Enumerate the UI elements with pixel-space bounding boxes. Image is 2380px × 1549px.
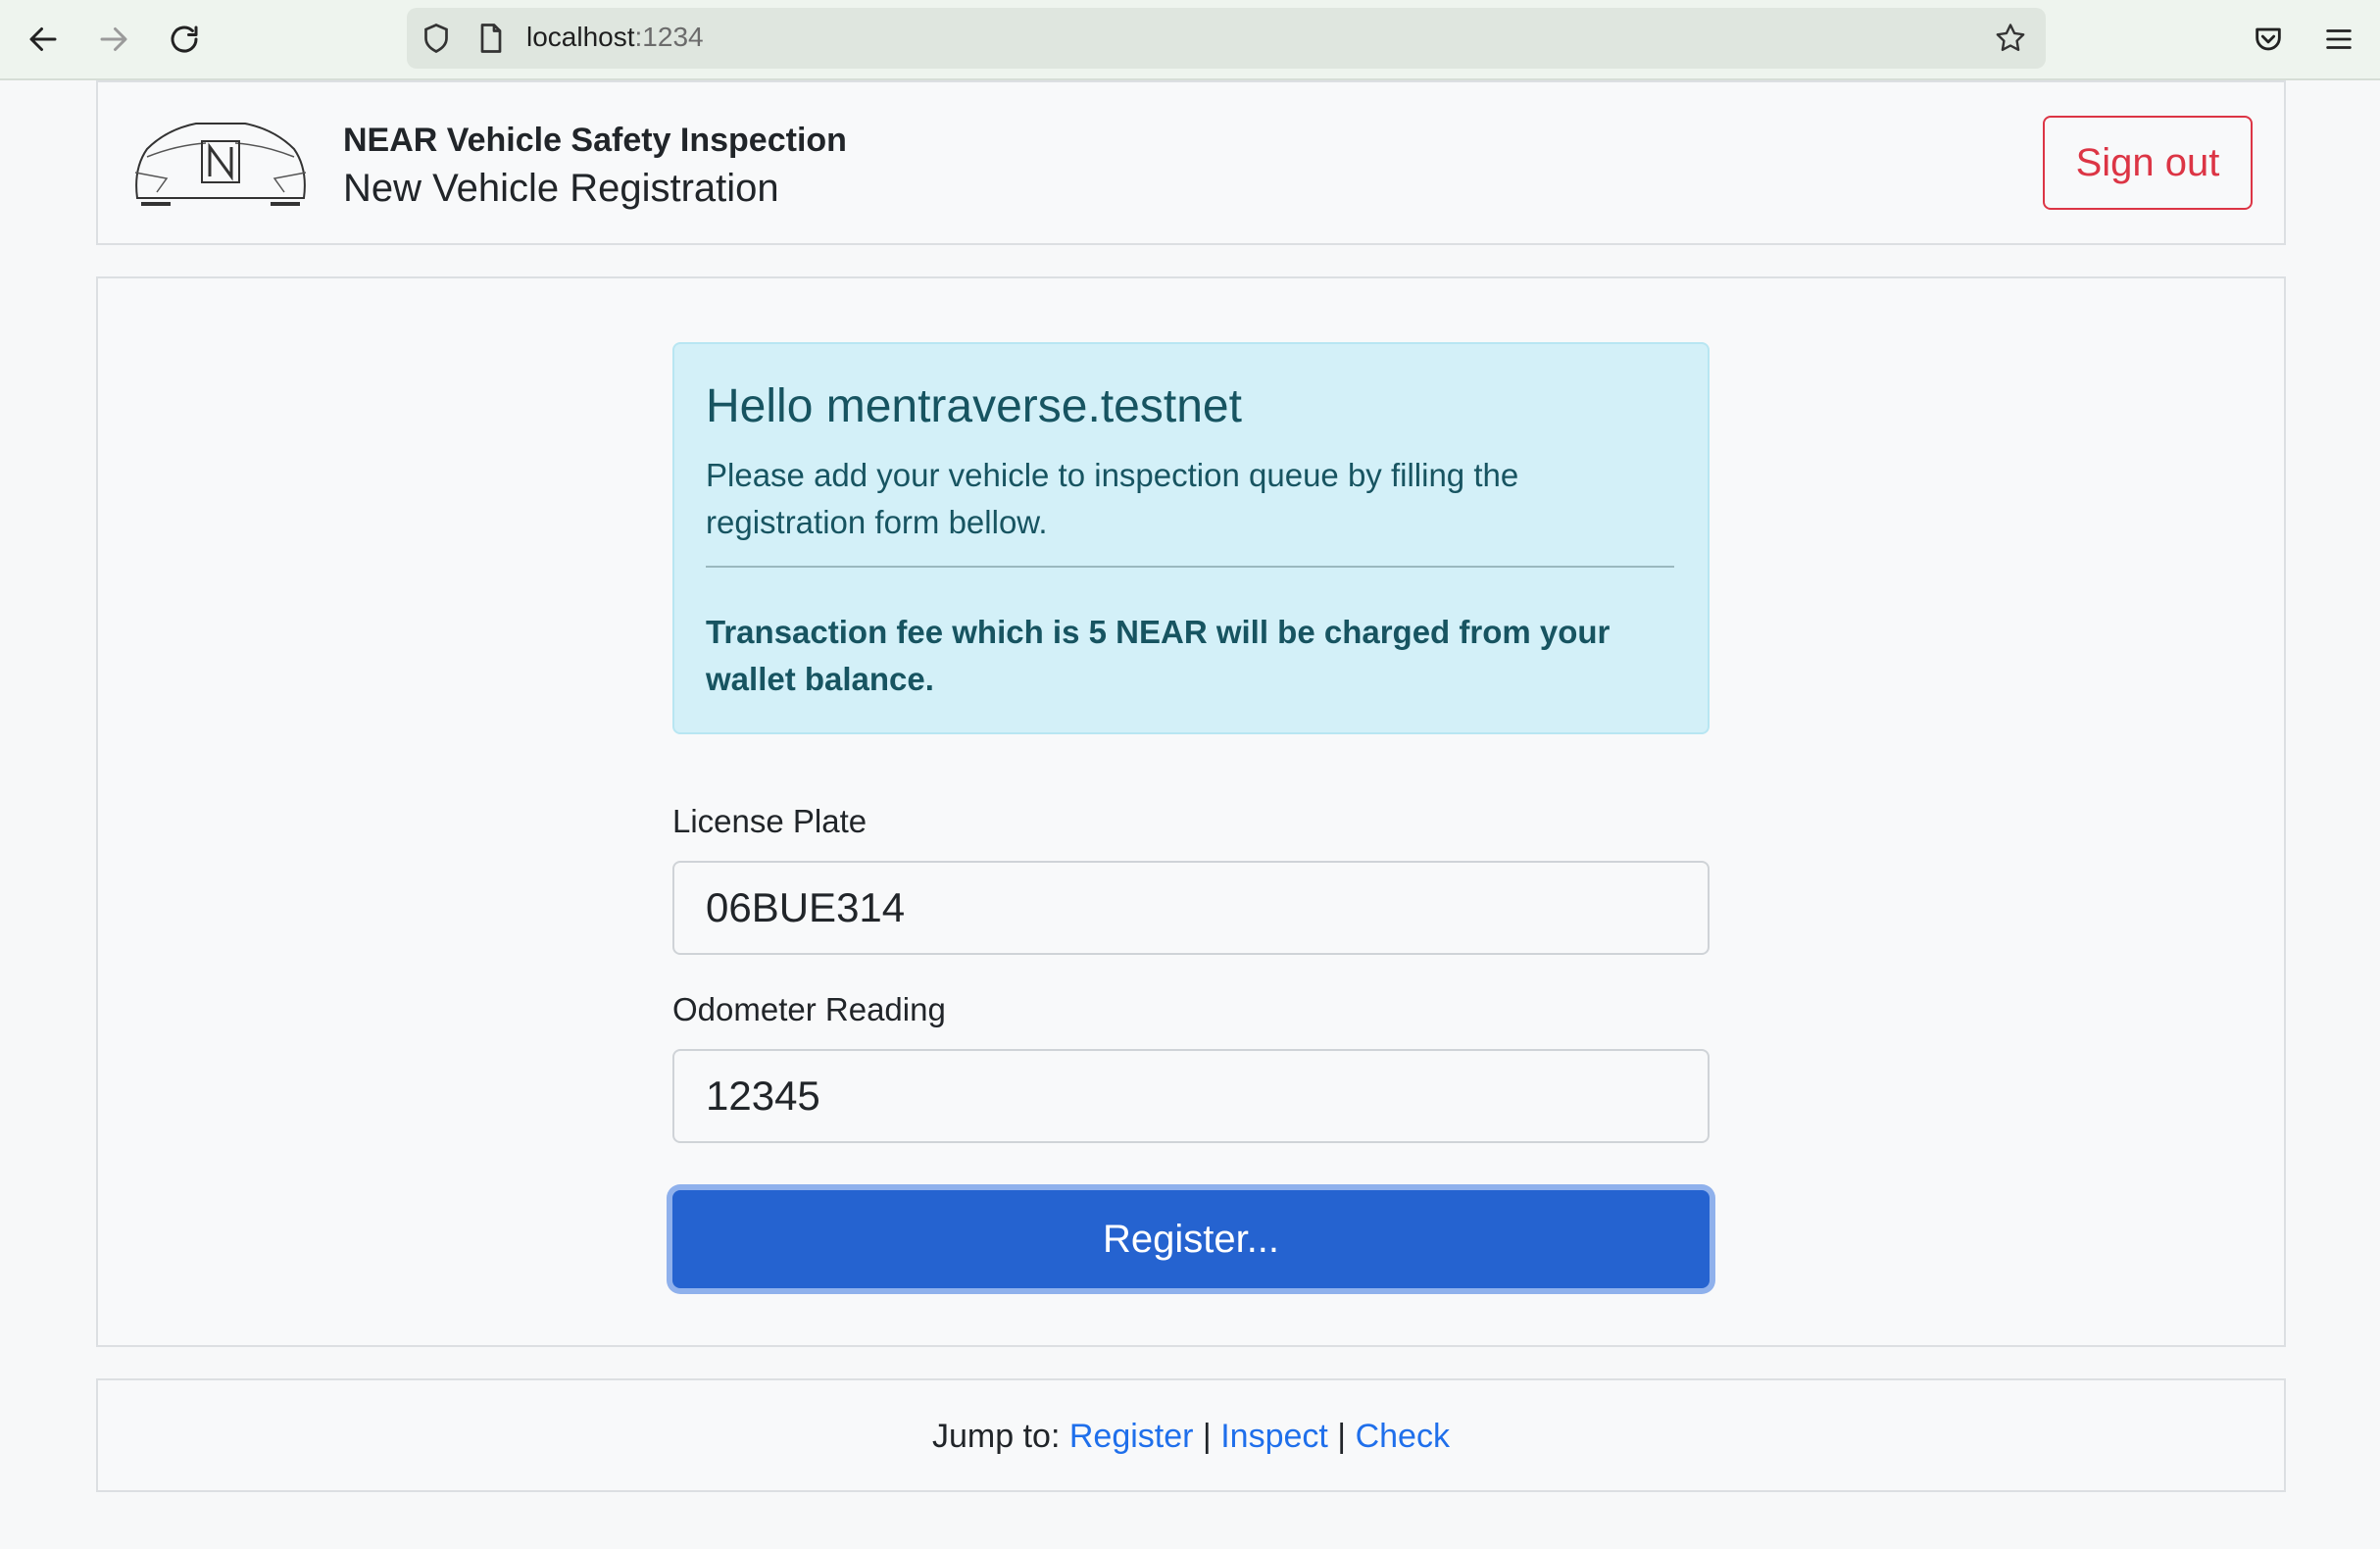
menu-button[interactable] xyxy=(2315,16,2362,63)
page-title: New Vehicle Registration xyxy=(343,167,779,210)
app-header: NEAR Vehicle Safety Inspection New Vehic… xyxy=(96,80,2286,245)
page-icon xyxy=(480,24,502,53)
registration-panel: Hello mentraverse.testnet Please add you… xyxy=(96,276,2286,1347)
jump-to-links: Jump to: Register | Inspect | Check xyxy=(98,1418,2284,1456)
license-plate-label: License Plate xyxy=(672,803,868,839)
address-bar[interactable]: localhost:1234 xyxy=(407,8,2046,69)
greeting-heading: Hello mentraverse.testnet xyxy=(706,380,1242,432)
car-logo-icon xyxy=(134,123,307,206)
link-separator: | xyxy=(1202,1418,1212,1455)
brand-title: NEAR Vehicle Safety Inspection xyxy=(343,122,847,159)
shield-icon[interactable] xyxy=(419,21,454,56)
sign-out-button[interactable]: Sign out xyxy=(2043,116,2253,210)
pocket-icon xyxy=(2256,27,2281,51)
alert-divider xyxy=(706,566,1674,568)
info-alert: Hello mentraverse.testnet Please add you… xyxy=(672,342,1710,734)
back-button[interactable] xyxy=(20,16,67,63)
hamburger-menu-icon xyxy=(2326,29,2352,49)
footer-nav: Jump to: Register | Inspect | Check xyxy=(96,1378,2286,1492)
star-icon[interactable] xyxy=(1993,21,2028,56)
url-text: localhost:1234 xyxy=(526,22,704,52)
odometer-label: Odometer Reading xyxy=(672,991,946,1027)
forward-button[interactable] xyxy=(90,16,137,63)
odometer-input[interactable] xyxy=(672,1049,1710,1143)
inspect-link[interactable]: Inspect xyxy=(1220,1418,1328,1455)
pocket-button[interactable] xyxy=(2245,16,2292,63)
check-link[interactable]: Check xyxy=(1356,1418,1450,1455)
arrow-left-icon xyxy=(29,27,57,51)
register-link[interactable]: Register xyxy=(1069,1418,1194,1455)
instruction-text: Please add your vehicle to inspection qu… xyxy=(706,457,1519,540)
link-separator: | xyxy=(1337,1418,1347,1455)
fee-notice: Transaction fee which is 5 NEAR will be … xyxy=(706,614,1611,697)
jump-label: Jump to: xyxy=(932,1418,1061,1455)
reload-icon xyxy=(171,25,198,53)
arrow-right-icon xyxy=(100,27,127,51)
reload-button[interactable] xyxy=(161,16,208,63)
register-button[interactable]: Register... xyxy=(672,1190,1710,1288)
license-plate-input[interactable] xyxy=(672,861,1710,955)
browser-toolbar: localhost:1234 xyxy=(0,0,2380,80)
